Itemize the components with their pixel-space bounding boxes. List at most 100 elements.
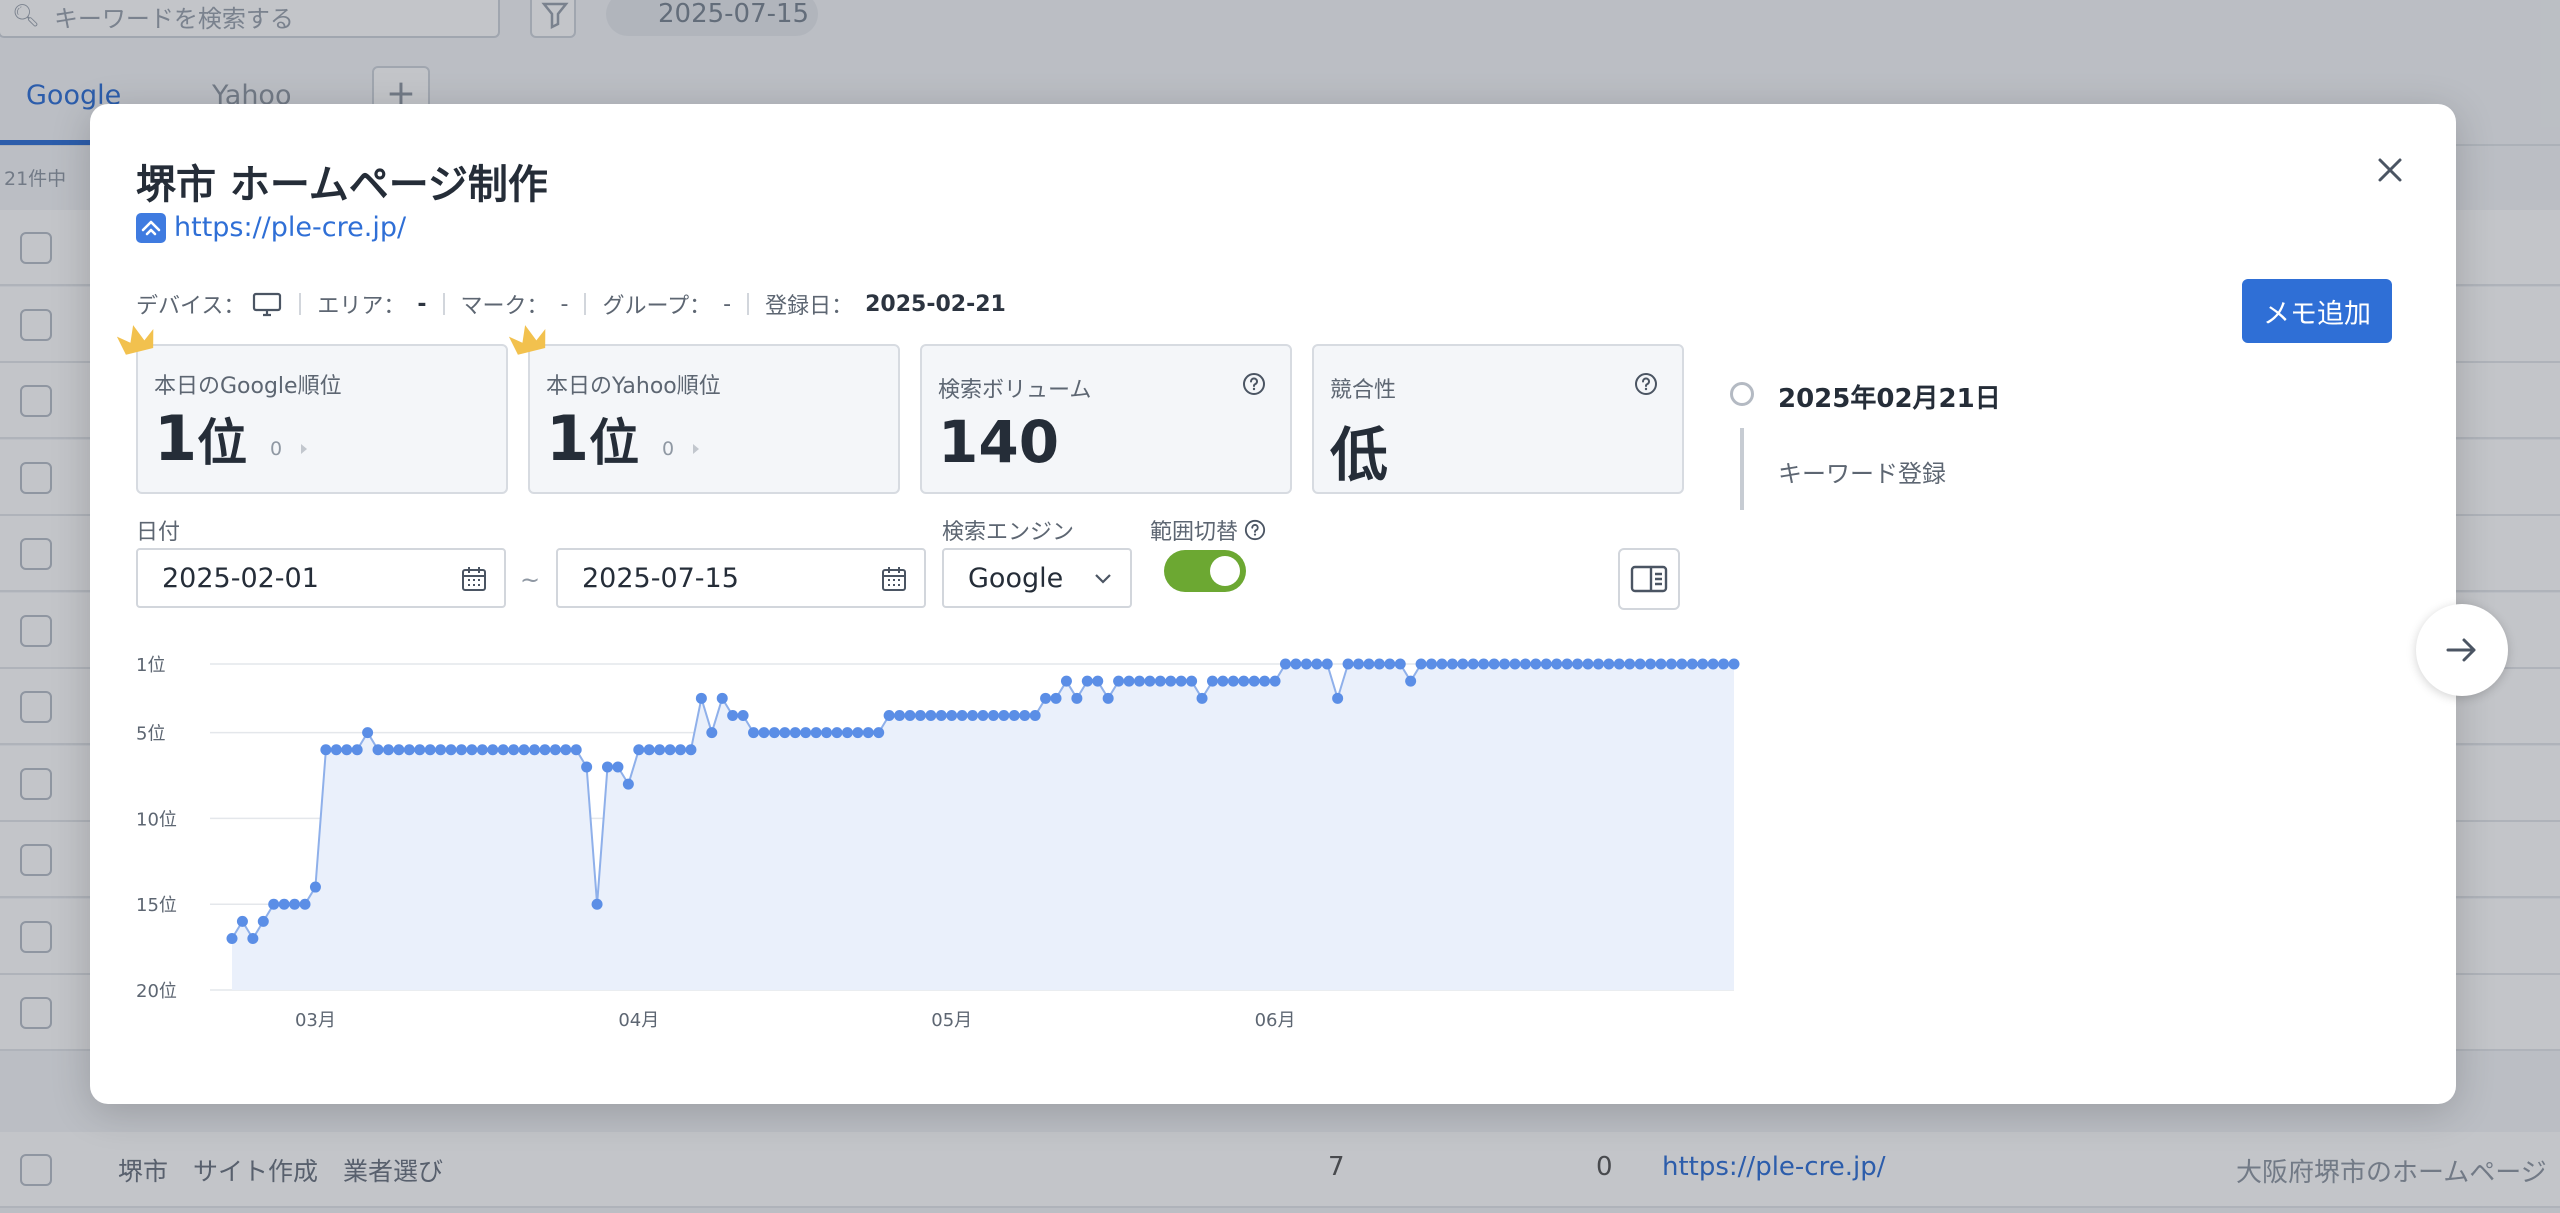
rank-point[interactable] [1718, 658, 1730, 670]
rank-point[interactable] [1582, 658, 1594, 670]
rank-point[interactable] [1561, 658, 1573, 670]
rank-point[interactable] [1665, 658, 1677, 670]
rank-point[interactable] [1008, 709, 1020, 721]
rank-point[interactable] [935, 709, 947, 721]
rank-point[interactable] [1488, 658, 1500, 670]
rank-point[interactable] [779, 727, 791, 739]
rank-point[interactable] [414, 744, 426, 756]
rank-point[interactable] [1592, 658, 1604, 670]
rank-point[interactable] [1321, 658, 1333, 670]
rank-point[interactable] [1499, 658, 1511, 670]
rank-point[interactable] [1426, 658, 1438, 670]
rank-point[interactable] [1707, 658, 1719, 670]
rank-point[interactable] [1029, 709, 1041, 721]
rank-point[interactable] [236, 915, 248, 927]
rank-point[interactable] [1259, 675, 1271, 687]
rank-point[interactable] [1467, 658, 1479, 670]
rank-point[interactable] [508, 744, 520, 756]
rank-point[interactable] [1405, 675, 1417, 687]
rank-point[interactable] [998, 709, 1010, 721]
rank-point[interactable] [633, 744, 645, 756]
rank-point[interactable] [1123, 675, 1135, 687]
rank-point[interactable] [1686, 658, 1698, 670]
rank-point[interactable] [1363, 658, 1375, 670]
rank-point[interactable] [476, 744, 488, 756]
rank-point[interactable] [1019, 709, 1031, 721]
rank-point[interactable] [716, 692, 728, 704]
rank-point[interactable] [612, 761, 624, 773]
rank-point[interactable] [1540, 658, 1552, 670]
add-memo-button[interactable]: メモ追加 [2242, 279, 2392, 343]
rank-point[interactable] [1050, 692, 1062, 704]
rank-point[interactable] [1446, 658, 1458, 670]
rank-point[interactable] [695, 692, 707, 704]
rank-point[interactable] [435, 744, 447, 756]
rank-point[interactable] [1373, 658, 1385, 670]
rank-point[interactable] [1728, 658, 1740, 670]
rank-point[interactable] [403, 744, 415, 756]
rank-point[interactable] [987, 709, 999, 721]
rank-point[interactable] [226, 933, 238, 945]
rank-point[interactable] [1342, 658, 1354, 670]
rank-point[interactable] [1613, 658, 1625, 670]
rank-point[interactable] [1175, 675, 1187, 687]
rank-point[interactable] [1269, 675, 1281, 687]
close-icon[interactable] [2368, 148, 2412, 192]
rank-point[interactable] [977, 709, 989, 721]
rank-point[interactable] [1196, 692, 1208, 704]
rank-point[interactable] [946, 709, 958, 721]
rank-point[interactable] [1697, 658, 1709, 670]
rank-point[interactable] [299, 898, 311, 910]
rank-point[interactable] [445, 744, 457, 756]
range-toggle[interactable] [1164, 550, 1246, 592]
rank-point[interactable] [706, 727, 718, 739]
engine-select[interactable]: Google [942, 548, 1132, 608]
rank-point[interactable] [675, 744, 687, 756]
site-url-link[interactable]: https://ple-cre.jp/ [174, 212, 406, 243]
rank-point[interactable] [1092, 675, 1104, 687]
rank-point[interactable] [602, 761, 613, 773]
rank-point[interactable] [758, 727, 770, 739]
help-icon[interactable] [1242, 372, 1266, 396]
rank-point[interactable] [1133, 675, 1145, 687]
rank-point[interactable] [382, 744, 394, 756]
rank-point[interactable] [1478, 658, 1490, 670]
rank-point[interactable] [1227, 675, 1239, 687]
rank-point[interactable] [330, 744, 342, 756]
rank-point[interactable] [1530, 658, 1542, 670]
rank-point[interactable] [309, 881, 321, 893]
rank-point[interactable] [1394, 658, 1406, 670]
rank-point[interactable] [1060, 675, 1072, 687]
rank-point[interactable] [873, 727, 885, 739]
rank-point[interactable] [1040, 692, 1052, 704]
rank-point[interactable] [1384, 658, 1396, 670]
rank-point[interactable] [1248, 675, 1260, 687]
rank-point[interactable] [643, 744, 655, 756]
toggle-sidebar-button[interactable] [1618, 548, 1680, 610]
rank-point[interactable] [560, 744, 572, 756]
rank-point[interactable] [1238, 675, 1250, 687]
rank-point[interactable] [528, 744, 540, 756]
rank-point[interactable] [320, 744, 332, 756]
rank-point[interactable] [1603, 658, 1615, 670]
rank-point[interactable] [1509, 658, 1521, 670]
rank-point[interactable] [570, 744, 582, 756]
rank-point[interactable] [1217, 675, 1229, 687]
rank-point[interactable] [1655, 658, 1667, 670]
rank-point[interactable] [768, 727, 780, 739]
rank-point[interactable] [591, 898, 603, 910]
rank-point[interactable] [664, 744, 676, 756]
rank-point[interactable] [1311, 658, 1323, 670]
help-icon[interactable] [1244, 519, 1266, 541]
rank-point[interactable] [1071, 692, 1083, 704]
rank-point[interactable] [1206, 675, 1218, 687]
rank-point[interactable] [581, 761, 593, 773]
rank-point[interactable] [1676, 658, 1688, 670]
rank-point[interactable] [841, 727, 853, 739]
rank-point[interactable] [1624, 658, 1636, 670]
rank-point[interactable] [1165, 675, 1177, 687]
date-to-input[interactable]: 2025-07-15 [556, 548, 926, 608]
rank-point[interactable] [351, 744, 363, 756]
rank-point[interactable] [914, 709, 926, 721]
help-icon[interactable] [1634, 372, 1658, 396]
